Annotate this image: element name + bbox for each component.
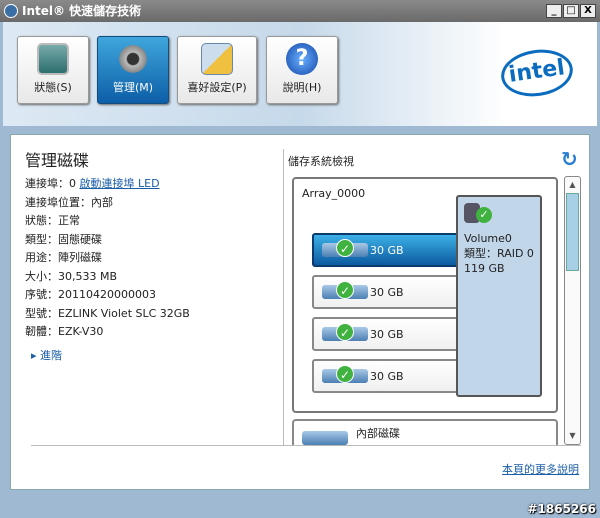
- property-row: 韌體：EZK-V30: [25, 325, 104, 338]
- disk-size: 30 GB: [370, 328, 404, 341]
- property-row: 類型：固態硬碟: [25, 232, 102, 246]
- toolbar: 狀態(S) 管理(M) 喜好設定(P) ? 說明(H) intel: [3, 22, 597, 126]
- divider: [283, 149, 284, 445]
- array-name: Array_0000: [302, 187, 366, 200]
- app-icon: [4, 4, 18, 18]
- check-icon: ✓: [336, 323, 354, 341]
- property-row: 型號：EZLINK Violet SLC 32GB: [25, 306, 190, 320]
- disk-item[interactable]: ✓ 30 GB: [312, 317, 462, 351]
- more-help-link[interactable]: 本頁的更多說明: [502, 461, 579, 477]
- nav-manage-button[interactable]: 管理(M): [97, 36, 169, 104]
- monitor-icon: [37, 43, 69, 75]
- disk-size: 30 GB: [370, 286, 404, 299]
- disk-size: 30 GB: [370, 244, 404, 257]
- disk-size: 30 GB: [370, 370, 404, 383]
- volume-card[interactable]: ✓ Volume0 類型：RAID 0 119 GB: [456, 195, 542, 397]
- volume-name: Volume0: [464, 232, 512, 245]
- array-panel[interactable]: Array_0000 ✓ 30 GB ✓ 30 GB ✓ 30 GB ✓ 30 GB ✓…: [292, 177, 558, 413]
- scrollbar[interactable]: ▲ ▼: [564, 176, 581, 445]
- refresh-icon[interactable]: ↻: [561, 147, 578, 171]
- disk-item-selected[interactable]: ✓ 30 GB: [312, 233, 462, 267]
- check-icon: ✓: [336, 365, 354, 383]
- port-text: 連接埠：0: [25, 177, 76, 190]
- disk-item[interactable]: ✓ 30 GB: [312, 359, 462, 393]
- disk-properties: 連接埠：0 啟動連接埠 LED 連接埠位置：內部 狀態：正常 類型：固態硬碟 用…: [25, 175, 190, 342]
- maximize-button[interactable]: □: [563, 4, 579, 18]
- watermark: #1865266: [527, 502, 596, 516]
- nav-help-button[interactable]: ? 說明(H): [266, 36, 338, 104]
- check-icon: ✓: [336, 281, 354, 299]
- internal-disk-label: 內部磁碟: [356, 427, 400, 440]
- advanced-label: 進階: [40, 349, 63, 362]
- gear-icon: [117, 43, 149, 75]
- clipboard-icon: [201, 43, 233, 75]
- nav-label: 狀態(S): [34, 81, 72, 94]
- close-button[interactable]: X: [580, 4, 596, 18]
- main-panel: 管理磁碟 連接埠：0 啟動連接埠 LED 連接埠位置：內部 狀態：正常 類型：固…: [10, 134, 590, 490]
- nav-preferences-button[interactable]: 喜好設定(P): [177, 36, 257, 104]
- help-icon: ?: [286, 43, 318, 75]
- property-row: 狀態：正常: [25, 214, 80, 227]
- scroll-thumb[interactable]: [566, 193, 579, 271]
- storage-view-title: 儲存系統檢視: [288, 155, 354, 168]
- property-row: 序號：20110420000003: [25, 288, 156, 301]
- volume-type: 類型：RAID 0: [464, 247, 534, 260]
- scroll-down-button[interactable]: ▼: [565, 428, 580, 444]
- divider: [31, 445, 581, 446]
- check-icon: ✓: [336, 239, 354, 257]
- title-bar: Intel® 快速儲存技術 _ □ X: [0, 0, 600, 22]
- intel-logo: intel: [498, 45, 576, 101]
- scroll-up-button[interactable]: ▲: [565, 177, 580, 193]
- disk-item[interactable]: ✓ 30 GB: [312, 275, 462, 309]
- property-row: 連接埠位置：內部: [25, 195, 113, 209]
- check-icon: ✓: [476, 207, 492, 223]
- page-title: 管理磁碟: [25, 151, 90, 170]
- internal-disk-panel[interactable]: 內部磁碟: [292, 419, 558, 445]
- nav-label: 喜好設定(P): [187, 81, 247, 94]
- nav-label: 說明(H): [282, 81, 322, 94]
- minimize-button[interactable]: _: [546, 4, 562, 18]
- enable-port-led-link[interactable]: 啟動連接埠 LED: [80, 177, 160, 190]
- triangle-right-icon: ▸: [31, 349, 41, 362]
- nav-label: 管理(M): [112, 81, 154, 94]
- property-row: 大小：30,533 MB: [25, 269, 118, 283]
- volume-size: 119 GB: [464, 262, 505, 275]
- advanced-toggle[interactable]: ▸ 進階: [31, 347, 62, 363]
- property-row: 用途：陣列磁碟: [25, 251, 102, 264]
- nav-status-button[interactable]: 狀態(S): [17, 36, 89, 104]
- disk-icon: [302, 431, 348, 445]
- window-title: Intel® 快速儲存技術: [22, 4, 142, 18]
